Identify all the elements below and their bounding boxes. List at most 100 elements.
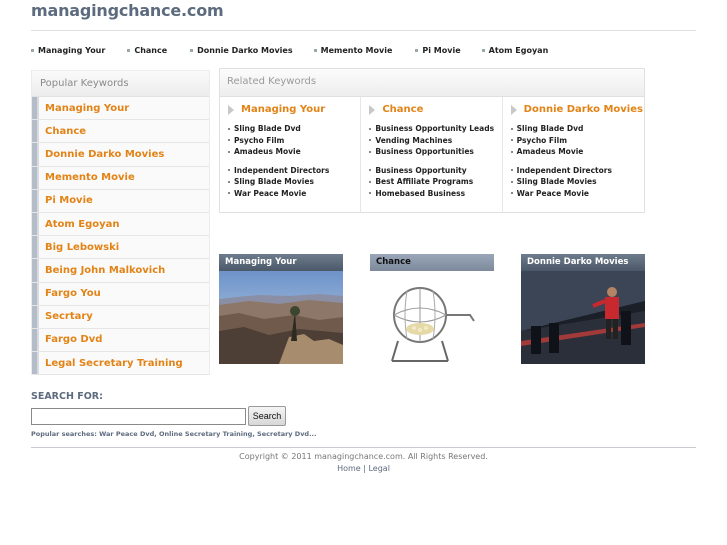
popular-keyword-item[interactable]: Pi Movie bbox=[32, 189, 209, 213]
item-bar bbox=[32, 166, 39, 189]
item-bar bbox=[32, 259, 39, 282]
related-link[interactable]: Business Opportunities bbox=[369, 146, 501, 158]
popular-keyword-item[interactable]: Being John Malkovich bbox=[32, 259, 209, 283]
related-link[interactable]: War Peace Movie bbox=[510, 188, 644, 200]
related-link[interactable]: Sling Blade Dvd bbox=[228, 123, 360, 135]
item-bar bbox=[32, 305, 39, 328]
thumbnail-card[interactable]: Managing Your bbox=[219, 254, 343, 364]
related-keywords-columns: Managing Your Sling Blade Dvd Psycho Fil… bbox=[220, 97, 644, 213]
thumbnail-title: Chance bbox=[370, 254, 494, 271]
related-link[interactable]: War Peace Movie bbox=[228, 188, 360, 200]
thumbnail-title: Donnie Darko Movies bbox=[521, 254, 645, 271]
related-column-title[interactable]: Chance bbox=[369, 104, 501, 115]
search-label: SEARCH FOR: bbox=[31, 391, 103, 402]
related-link[interactable]: Psycho Film bbox=[228, 135, 360, 147]
popular-keyword-item[interactable]: Legal Secretary Training bbox=[32, 352, 209, 376]
legal-link[interactable]: Legal bbox=[368, 464, 389, 473]
popular-searches[interactable]: Popular searches: War Peace Dvd, Online … bbox=[31, 430, 317, 438]
popular-keyword-item[interactable]: Managing Your bbox=[32, 97, 209, 121]
popular-keyword-item[interactable]: Donnie Darko Movies bbox=[32, 143, 209, 167]
top-nav-item[interactable]: Donnie Darko Movies bbox=[190, 46, 293, 55]
related-link[interactable]: Business Opportunity Leads bbox=[369, 123, 501, 135]
bullet-icon bbox=[369, 192, 372, 195]
related-link[interactable]: Amadeus Movie bbox=[228, 146, 360, 158]
item-bar bbox=[32, 236, 39, 259]
search-input[interactable] bbox=[31, 408, 246, 425]
home-link[interactable]: Home bbox=[337, 464, 361, 473]
item-bar bbox=[32, 97, 39, 120]
site-title[interactable]: managingchance.com bbox=[31, 1, 224, 20]
bullet-icon bbox=[369, 169, 372, 172]
triangle-right-icon bbox=[369, 104, 376, 115]
search-button[interactable]: Search bbox=[248, 406, 286, 426]
thumbnail-title: Managing Your bbox=[219, 254, 343, 271]
lottery-bingo-cage-photo bbox=[370, 271, 494, 364]
bullet-icon bbox=[510, 150, 513, 153]
related-link[interactable]: Independent Directors bbox=[228, 165, 360, 177]
item-bar bbox=[32, 143, 39, 166]
triangle-right-icon bbox=[228, 104, 234, 115]
popular-keyword-item[interactable]: Secrtary bbox=[32, 305, 209, 329]
related-link[interactable]: Psycho Film bbox=[510, 135, 644, 147]
related-column: Chance Business Opportunity Leads Vendin… bbox=[361, 97, 503, 213]
related-link[interactable]: Independent Directors bbox=[510, 165, 644, 177]
popular-keywords-heading: Popular Keywords bbox=[32, 71, 209, 97]
top-nav-item[interactable]: Chance bbox=[127, 46, 167, 55]
popular-keyword-item[interactable]: Fargo You bbox=[32, 282, 209, 306]
bullet-icon bbox=[228, 150, 230, 153]
footer-divider bbox=[31, 447, 696, 448]
popular-keyword-item[interactable]: Fargo Dvd bbox=[32, 328, 209, 353]
top-nav-item[interactable]: Pi Movie bbox=[415, 46, 461, 55]
bullet-icon bbox=[510, 139, 513, 142]
canyon-landscape-photo bbox=[219, 271, 343, 364]
related-link[interactable]: Homebased Business bbox=[369, 188, 501, 200]
top-nav: Managing Your Chance Donnie Darko Movies… bbox=[31, 46, 570, 55]
related-link[interactable]: Sling Blade Dvd bbox=[510, 123, 644, 135]
thumbnail-card[interactable]: Donnie Darko Movies bbox=[521, 254, 645, 364]
bullet-icon bbox=[369, 139, 372, 142]
footer-links: Home | Legal bbox=[0, 464, 727, 473]
item-bar bbox=[32, 212, 39, 236]
item-bar bbox=[32, 189, 39, 212]
related-link[interactable]: Sling Blade Movies bbox=[510, 176, 644, 188]
popular-keywords-panel: Popular Keywords Managing Your Chance Do… bbox=[31, 70, 210, 376]
top-nav-item[interactable]: Memento Movie bbox=[313, 46, 392, 55]
related-link[interactable]: Amadeus Movie bbox=[510, 146, 644, 158]
bullet-icon bbox=[510, 180, 513, 183]
related-column: Donnie Darko Movies Sling Blade Dvd Psyc… bbox=[503, 97, 644, 213]
popular-keyword-item[interactable]: Memento Movie bbox=[32, 166, 209, 190]
bullet-icon bbox=[369, 150, 372, 153]
bullet-icon bbox=[481, 49, 485, 52]
related-link[interactable]: Sling Blade Movies bbox=[228, 176, 360, 188]
item-bar bbox=[32, 328, 39, 352]
bullet-icon bbox=[369, 127, 372, 130]
item-bar bbox=[32, 352, 39, 375]
header-divider bbox=[31, 30, 696, 31]
popular-keyword-item[interactable]: Chance bbox=[32, 120, 209, 144]
related-link[interactable]: Business Opportunity bbox=[369, 165, 501, 177]
bullet-icon bbox=[228, 192, 230, 195]
bullet-icon bbox=[510, 127, 513, 130]
popular-keywords-list: Managing Your Chance Donnie Darko Movies… bbox=[32, 97, 209, 376]
bullet-icon bbox=[228, 169, 230, 172]
related-column-title[interactable]: Managing Your bbox=[228, 104, 360, 115]
bullet-icon bbox=[415, 49, 419, 52]
man-in-red-jacket-photo bbox=[521, 271, 645, 364]
related-link[interactable]: Best Affiliate Programs bbox=[369, 176, 501, 188]
top-nav-item[interactable]: Atom Egoyan bbox=[481, 46, 548, 55]
popular-keyword-item[interactable]: Big Lebowski bbox=[32, 236, 209, 260]
popular-keyword-item[interactable]: Atom Egoyan bbox=[32, 212, 209, 237]
bullet-icon bbox=[190, 49, 194, 52]
related-link[interactable]: Vending Machines bbox=[369, 135, 501, 147]
related-column-title[interactable]: Donnie Darko Movies bbox=[510, 104, 644, 115]
bullet-icon bbox=[228, 180, 230, 183]
thumbnail-card[interactable]: Chance bbox=[370, 254, 494, 364]
copyright-text: Copyright © 2011 managingchance.com. All… bbox=[239, 452, 488, 461]
related-column: Managing Your Sling Blade Dvd Psycho Fil… bbox=[220, 97, 362, 213]
related-keywords-heading: Related Keywords bbox=[220, 69, 644, 97]
top-nav-item[interactable]: Managing Your bbox=[31, 46, 105, 55]
item-bar bbox=[32, 120, 39, 143]
bullet-icon bbox=[510, 192, 513, 195]
bullet-icon bbox=[127, 49, 131, 52]
bullet-icon bbox=[313, 49, 317, 52]
